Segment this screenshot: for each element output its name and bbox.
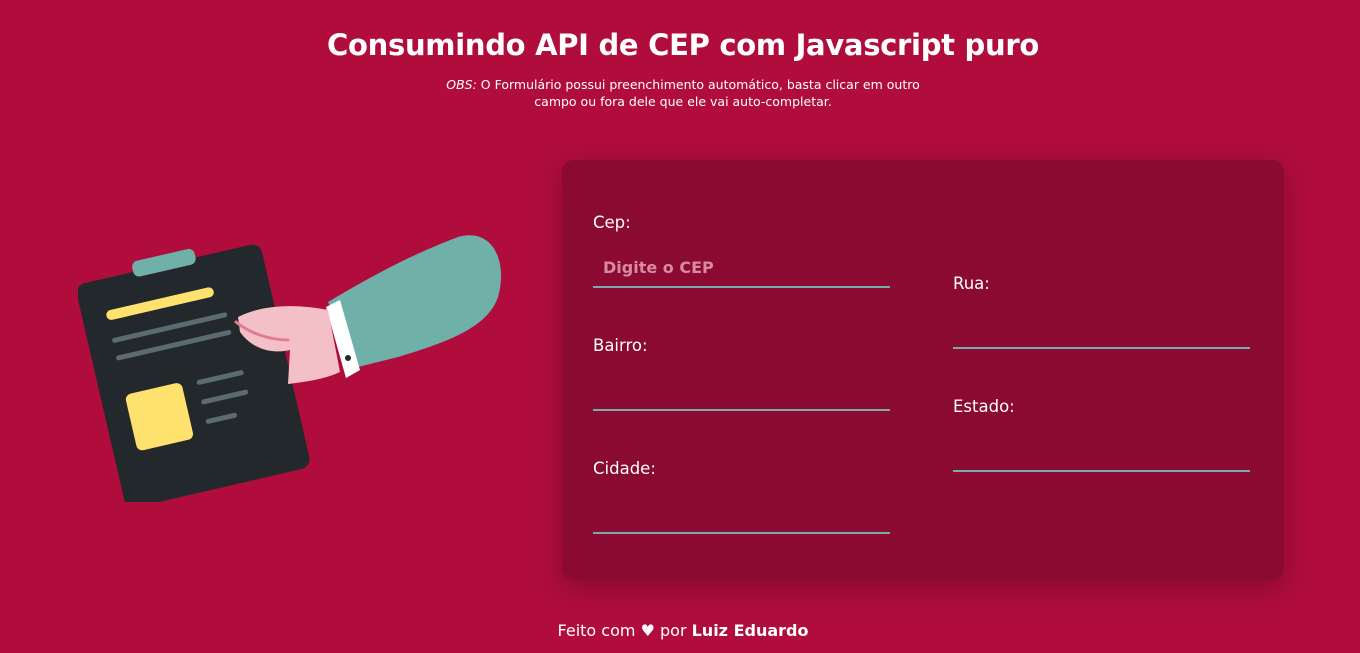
obs-label: OBS: [446,77,477,92]
rua-label: Rua: [953,274,990,293]
footer-credit: Feito com ♥ por Luiz Eduardo [0,621,1360,640]
clipboard-board [76,244,310,508]
cep-input[interactable] [593,248,890,288]
bairro-field-group: Bairro: [593,335,890,411]
cep-label: Cep: [593,213,631,232]
estado-input[interactable] [953,432,1250,472]
obs-text: O Formulário possui preenchimento automá… [476,77,920,109]
cidade-input[interactable] [593,494,890,534]
heart-icon: ♥ [640,621,655,640]
cuff-button [345,355,351,361]
estado-label: Estado: [953,397,1015,416]
rua-input[interactable] [953,309,1250,349]
rua-field-group: Rua: [953,273,1250,349]
estado-field-group: Estado: [953,396,1250,472]
footer-prefix: Feito com [557,621,641,640]
cep-field-group: Cep: [593,212,890,288]
footer-middle: por [654,621,692,640]
obs-note: OBS: O Formulário possui preenchimento a… [443,76,923,110]
page-title: Consumindo API de CEP com Javascript pur… [327,28,1039,62]
clipboard-illustration [76,232,508,508]
clipboard-hand-icon [76,235,502,508]
cidade-label: Cidade: [593,459,656,478]
bairro-input[interactable] [593,371,890,411]
author-name: Luiz Eduardo [691,621,809,640]
bairro-label: Bairro: [593,336,648,355]
sleeve-shape [328,235,502,367]
address-form: Cep: Rua: Bairro: Estado: Cidade: [562,160,1284,580]
cidade-field-group: Cidade: [593,458,890,534]
